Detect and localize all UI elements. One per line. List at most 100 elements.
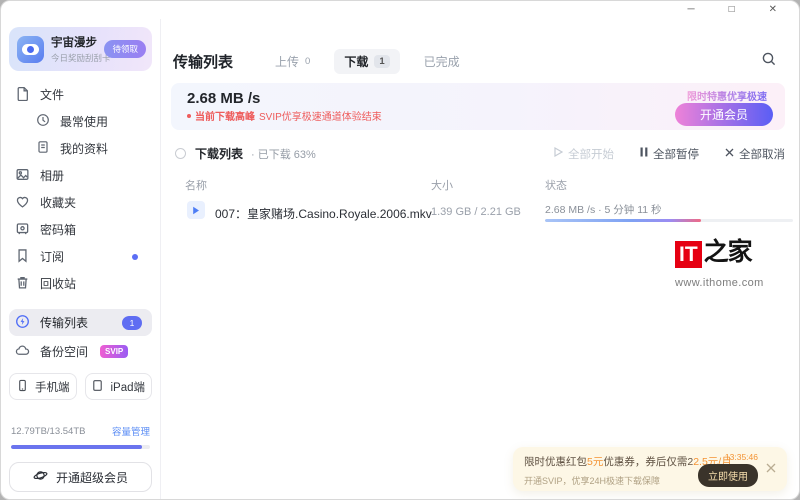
download-status: 2.68 MB /s · 5 分钟 11 秒 <box>545 202 662 217</box>
device-button-label: 手机端 <box>35 379 70 395</box>
sidebar-item-transfer-list[interactable]: 传输列表 1 <box>9 309 152 336</box>
titlebar: ─ □ ✕ <box>1 1 799 19</box>
file-icon <box>15 86 30 104</box>
sidebar-item-label: 订阅 <box>40 248 64 265</box>
sidebar-item-label: 备份空间 <box>40 343 88 360</box>
user-subtitle: 今日奖励刮刮卡 <box>51 52 97 64</box>
download-progress-bar <box>545 219 793 222</box>
photo-icon <box>15 167 30 185</box>
sidebar-item-password-box[interactable]: 密码箱 <box>9 216 152 243</box>
cancel-all-button[interactable]: 全部取消 <box>725 146 785 162</box>
vip-promo-text: 限时特惠优享极速 <box>687 88 767 103</box>
transfer-tabs: 上传 0 下载 1 已完成 <box>275 49 460 74</box>
ithome-watermark: IT 之家 www.ithome.com <box>675 232 787 289</box>
sidebar-item-label: 传输列表 <box>40 314 88 331</box>
sidebar-item-label: 收藏夹 <box>40 194 76 211</box>
start-all-button[interactable]: 全部开始 <box>554 146 614 162</box>
trash-icon <box>15 275 30 293</box>
toast-close-icon[interactable] <box>764 460 778 478</box>
tab-download[interactable]: 下载 1 <box>334 49 399 74</box>
sidebar-item-albums[interactable]: 相册 <box>9 162 152 189</box>
notebook-icon <box>36 140 50 157</box>
sidebar-item-label: 密码箱 <box>40 221 76 238</box>
planet-icon <box>33 468 48 486</box>
search-icon[interactable] <box>761 51 777 72</box>
maximize-button[interactable]: □ <box>729 5 735 15</box>
sidebar-menu: 文件 最常使用 我的资料 相册 收藏夹 <box>9 81 152 297</box>
sidebar-item-label: 回收站 <box>40 275 76 292</box>
column-size: 大小 <box>431 177 453 193</box>
download-speed: 2.68 MB /s <box>187 90 260 107</box>
download-list-title: 下载列表 <box>195 145 243 162</box>
storage-bar-fill <box>11 445 142 449</box>
app-window: ─ □ ✕ 宇宙漫步 今日奖励刮刮卡 待领取 文件 最常 <box>0 0 800 500</box>
tab-completed[interactable]: 已完成 <box>424 53 460 70</box>
file-name: 007：皇家赌场.Casino.Royale.2006.mkv <box>215 205 432 222</box>
super-vip-label: 开通超级会员 <box>56 469 128 486</box>
device-buttons: 手机端 iPad端 <box>9 373 152 400</box>
pause-all-button[interactable]: 全部暂停 <box>640 146 699 162</box>
svip-badge: SVIP <box>100 345 128 358</box>
play-icon <box>554 147 563 160</box>
user-name: 宇宙漫步 <box>51 34 97 50</box>
sidebar-item-subscriptions[interactable]: 订阅 <box>9 243 152 270</box>
super-vip-button[interactable]: 开通超级会员 <box>9 462 152 492</box>
ipad-client-button[interactable]: iPad端 <box>85 373 153 400</box>
use-coupon-button[interactable]: 立即使用 <box>698 464 758 487</box>
sidebar-item-recycle-bin[interactable]: 回收站 <box>9 270 152 297</box>
sidebar-item-favorites[interactable]: 收藏夹 <box>9 189 152 216</box>
countdown-timer: 13:35:46 <box>725 452 758 462</box>
sidebar-item-files[interactable]: 文件 <box>9 81 152 108</box>
sidebar-item-backup-space[interactable]: 备份空间 SVIP <box>9 338 152 365</box>
storage-section: 12.79TB/13.54TB 容量管理 <box>11 424 150 449</box>
page-title: 传输列表 <box>173 51 233 72</box>
main-panel: 传输列表 上传 0 下载 1 已完成 <box>161 19 799 500</box>
tab-label: 上传 <box>275 53 299 70</box>
phone-client-button[interactable]: 手机端 <box>9 373 77 400</box>
notification-dot <box>132 254 138 260</box>
user-card[interactable]: 宇宙漫步 今日奖励刮刮卡 待领取 <box>9 27 152 71</box>
safe-icon <box>15 221 30 239</box>
file-size: 1.39 GB / 2.21 GB <box>431 206 521 218</box>
storage-usage: 12.79TB/13.54TB <box>11 426 85 437</box>
tab-upload[interactable]: 上传 0 <box>275 53 310 70</box>
sidebar: 宇宙漫步 今日奖励刮刮卡 待领取 文件 最常使用 我的资料 <box>1 19 161 500</box>
transfer-count-badge: 1 <box>122 316 142 330</box>
download-progress-fill <box>545 219 701 222</box>
peak-alert: 当前下载高峰 SVIP优享极速通道体验结束 <box>187 108 382 123</box>
storage-bar <box>11 445 150 449</box>
sidebar-item-recent[interactable]: 最常使用 <box>9 108 152 135</box>
bookmark-icon <box>15 248 30 266</box>
avatar <box>17 36 44 63</box>
claim-badge[interactable]: 待领取 <box>104 40 146 58</box>
tab-label: 已完成 <box>424 53 460 70</box>
column-status: 状态 <box>545 177 567 193</box>
device-button-label: iPad端 <box>110 379 145 395</box>
select-all-radio[interactable] <box>175 148 186 159</box>
sidebar-item-label: 相册 <box>40 167 64 184</box>
table-row[interactable]: 007：皇家赌场.Casino.Royale.2006.mkv 1.39 GB … <box>161 197 799 235</box>
minimize-button[interactable]: ─ <box>687 5 694 15</box>
cloud-icon <box>15 343 30 361</box>
ithome-logo-it: IT <box>675 241 702 268</box>
transfer-icon <box>15 314 30 332</box>
downloaded-percent: · 已下载 63% <box>251 146 316 162</box>
tab-label: 下载 <box>344 53 368 70</box>
open-vip-button[interactable]: 开通会员 <box>675 103 773 126</box>
alert-dot-icon <box>187 114 191 118</box>
resume-download-button[interactable] <box>187 201 205 219</box>
close-icon <box>725 148 734 160</box>
tab-badge: 0 <box>305 56 310 67</box>
tab-badge: 1 <box>374 55 389 68</box>
tablet-icon <box>91 379 104 395</box>
toast-line2: 开通SVIP，优享24H极速下载保障 <box>524 474 692 487</box>
sidebar-item-label: 最常使用 <box>60 113 108 130</box>
close-button[interactable]: ✕ <box>769 5 777 15</box>
storage-manage-link[interactable]: 容量管理 <box>112 424 150 438</box>
coupon-toast: 限时优惠红包5元优惠券，券后仅需22.5元/月 开通SVIP，优享24H极速下载… <box>513 447 787 491</box>
clock-icon <box>36 113 50 130</box>
heart-icon <box>15 194 30 212</box>
sidebar-item-my-docs[interactable]: 我的资料 <box>9 135 152 162</box>
phone-icon <box>16 379 29 395</box>
sidebar-item-label: 我的资料 <box>60 140 108 157</box>
